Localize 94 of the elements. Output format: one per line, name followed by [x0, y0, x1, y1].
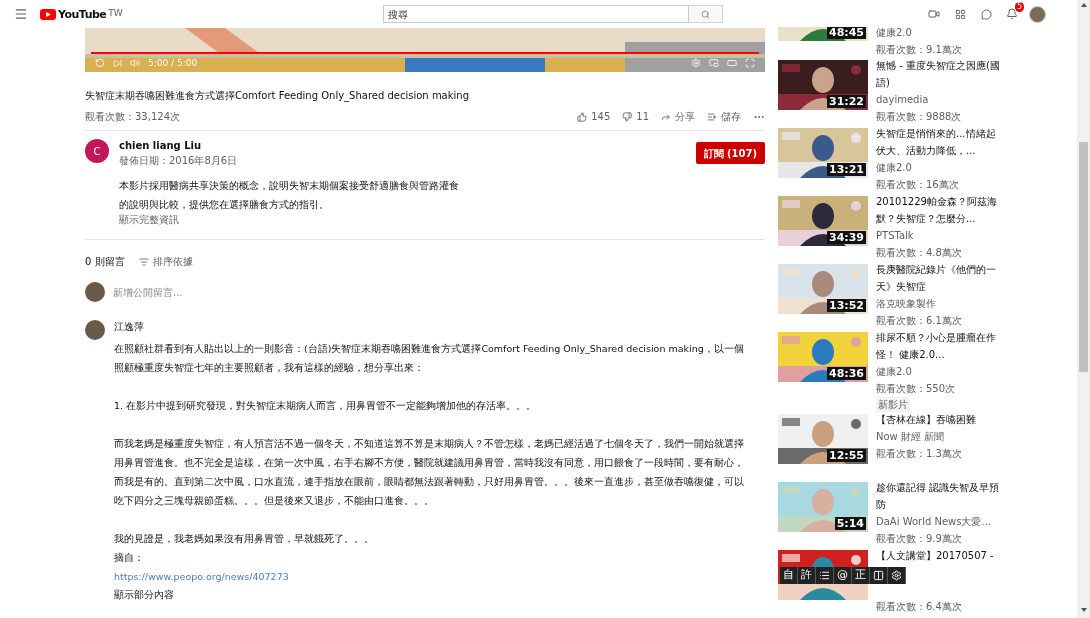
channel-name[interactable]: chien liang Liu [119, 139, 238, 153]
duration-badge: 34:39 [827, 231, 866, 245]
theater-icon[interactable] [727, 58, 737, 69]
related-views: 觀看次數：4.8萬次 [876, 246, 963, 261]
scroll-down-icon[interactable] [1080, 608, 1087, 612]
related-video[interactable]: 13:52 長庚醫院紀錄片《他們的一天》失智症 洛克映象製作 觀看次數：6.1萬次 [778, 264, 1075, 333]
related-video[interactable]: 13:21 失智症是悄悄來的...情緒起伏大、活動力降低，... 健康2.0 觀看次數：16萬次 [778, 128, 1075, 197]
description-line: 的說明與比較，提供您在選擇膳食方式的指引。 [119, 198, 330, 212]
related-video[interactable]: 12:55 【杏林在線】吞嚥困難 Now 財經 新聞 觀看次數：1.3萬次 [778, 413, 1075, 482]
subscribe-button[interactable]: 訂閱 (107) [695, 142, 765, 164]
scrollbar[interactable] [1077, 0, 1090, 618]
share-button[interactable]: 分享 [661, 109, 695, 124]
show-more-link[interactable]: 顯示完整資訊 [119, 213, 179, 227]
related-views: 觀看次數：1.3萬次 [876, 446, 963, 461]
related-title: 無憾 - 重度失智症之因應(國語) [876, 59, 1001, 91]
source-link[interactable]: https://www.peopo.org/news/407273 [114, 567, 289, 586]
related-channel: 洛克映象製作 [876, 297, 937, 312]
next-icon[interactable] [113, 58, 122, 68]
comment-count: 0 則留言 [85, 255, 125, 269]
sort-icon [138, 256, 149, 267]
related-views: 觀看次數：6.4萬次 [876, 600, 963, 614]
ime-key[interactable]: @ [834, 567, 852, 584]
duration-badge: 13:21 [827, 163, 866, 177]
scrollbar-thumb[interactable] [1079, 142, 1088, 372]
related-channel: PTSTalk [876, 229, 915, 244]
related-title: 失智症是悄悄來的...情緒起伏大、活動力降低，... [876, 127, 997, 159]
related-channel: Now 財經 新聞 [876, 429, 946, 444]
related-video[interactable]: 48:45 健康2.0 觀看次數：9.1萬次 [778, 27, 1075, 61]
related-channel: DaAi World News大愛... [876, 514, 993, 529]
related-title: 20101229帕金森？阿茲海默？失智症？怎麼分... [876, 195, 998, 227]
related-views: 觀看次數：9.1萬次 [876, 43, 963, 57]
fullscreen-icon[interactable] [745, 58, 755, 69]
ime-key[interactable]: 許 [798, 567, 816, 584]
ime-key[interactable]: 正 [852, 567, 870, 584]
related-channel: 健康2.0 [876, 26, 913, 40]
source-label: 摘自： [114, 551, 145, 565]
related-title: 排尿不順？小心是腫瘤在作怪！ 健康2.0... [876, 331, 997, 363]
dislike-button[interactable]: 11 [622, 109, 649, 124]
play-logo-icon [40, 8, 56, 20]
duration-badge: 13:52 [827, 299, 866, 313]
search-icon [700, 9, 710, 19]
notification-count: 5 [1014, 2, 1024, 12]
related-video[interactable]: 31:22 無憾 - 重度失智症之因應(國語) dayimedia 觀看次數：9888次 [778, 60, 1075, 129]
related-views: 觀看次數：9888次 [876, 110, 963, 125]
like-button[interactable]: 145 [577, 109, 611, 124]
scroll-up-icon[interactable] [1080, 3, 1087, 7]
related-video[interactable]: 【人文講堂】20170507 - 觀看次數：6.4萬次 自 許 @ 正 [778, 550, 1075, 618]
view-count: 觀看次數：33,124次 [85, 110, 180, 124]
commenter-avatar [85, 320, 105, 340]
sort-button[interactable]: 排序依據 [138, 254, 193, 269]
playlist-add-icon [707, 111, 717, 122]
related-views: 觀看次數：9.9萬次 [876, 531, 963, 546]
search-field[interactable]: 搜尋 [382, 5, 689, 23]
related-title: 【杏林在線】吞嚥困難 [876, 412, 977, 427]
publish-date: 發佈日期：2016年8月6日 [119, 154, 238, 168]
account-avatar[interactable] [1029, 5, 1046, 23]
related-video[interactable]: 5:14 趁你還記得 認識失智及早預防 DaAi World News大愛... 觀看次數：9.9萬次 [778, 481, 1075, 550]
user-avatar [85, 282, 105, 302]
comment-paragraph: 在照顧社群看到有人貼出以上的一則影音：(台語)失智症末期吞嚥困難進食方式選擇Comfort Feeding Only_Shared decision making，以一個照顧極重度失智症七年的主要照顧者，我有這樣的經驗，想分享出來： [114, 342, 744, 375]
related-video[interactable]: 34:39 20101229帕金森？阿茲海默？失智症？怎麼分... PTSTalk 觀看次數：4.8萬次 [778, 196, 1075, 265]
comment-paragraph: 1. 在影片中提到研究發現，對失智症末期病人而言，用鼻胃管不一定能夠增加他的存活率。。。 [114, 399, 538, 413]
related-title: 長庚醫院紀錄片《他們的一天》失智症 [876, 263, 997, 295]
related-title: 【人文講堂】20170507 - [876, 549, 995, 563]
replay-icon[interactable] [95, 58, 105, 69]
share-arrow-icon [661, 111, 671, 122]
miniplayer-icon[interactable] [709, 58, 719, 69]
comment-paragraph: 我的見證是，我老媽如果沒有用鼻胃管，早就餓死了。。。 [114, 532, 375, 546]
related-channel: dayimedia [876, 93, 930, 108]
video-title: 失智症末期吞嚥困難進食方式選擇Comfort Feeding Only_Shared decision making [85, 89, 470, 103]
new-badge: 新影片 [876, 397, 910, 413]
duration-badge: 48:45 [827, 27, 866, 39]
related-views: 觀看次數：550次 [876, 382, 957, 397]
search-button[interactable] [688, 5, 723, 23]
related-views: 觀看次數：16萬次 [876, 178, 960, 193]
channel-avatar[interactable]: C [85, 139, 109, 163]
related-title: 趁你還記得 認識失智及早預防 [876, 480, 1001, 512]
time-display: 5:00 / 5:00 [148, 56, 198, 70]
description-line: 本影片採用醫病共享決策的概念，說明失智末期個案接受舒適膳食與管路灌食 [119, 179, 460, 193]
comment-field[interactable]: 新增公開留言... [113, 284, 765, 300]
related-video[interactable]: 48:36 排尿不順？小心是腫瘤在作怪！ 健康2.0... 健康2.0 觀看次數：550次 新影片 [778, 332, 1075, 414]
duration-badge: 48:36 [827, 367, 866, 381]
related-channel: 健康2.0 [876, 365, 913, 380]
thumbs-up-icon [577, 111, 588, 122]
related-views: 觀看次數：6.1萬次 [876, 314, 963, 329]
show-less-link[interactable]: 顯示部分內容 [114, 586, 174, 603]
menu-icon[interactable] [14, 7, 28, 21]
duration-badge: 31:22 [827, 95, 866, 109]
comment-paragraph: 而我老媽是極重度失智症，有人預言活不過一個冬天，不知道這算不算是末期病人？不管怎樣，老媽已經活過了七個冬天了，我們一開始就選擇用鼻胃管進食。也不完全是這樣，在第一次中風，右手右腳不方便，醫院就建議用鼻胃管，當時我沒有同意，用口餵食了一段時間，要有耐心，而我是有的。直到第二次中風，口水直流，連手指放在眼前，眼睛都無法跟著轉動，只好用鼻胃管。。。後來一直進步，甚至做吞嚥復健，可以吃下四分之三塊母親節蛋糕。。。但是後來又退步，不能由口進食。。。 [114, 437, 744, 508]
commenter-name[interactable]: 江逸萍 [114, 320, 744, 334]
related-channel: 健康2.0 [876, 161, 913, 176]
volume-icon[interactable] [130, 58, 140, 69]
thumbs-down-icon [622, 111, 633, 122]
ime-key[interactable]: 自 [780, 567, 798, 584]
save-button[interactable]: 儲存 [707, 109, 741, 124]
